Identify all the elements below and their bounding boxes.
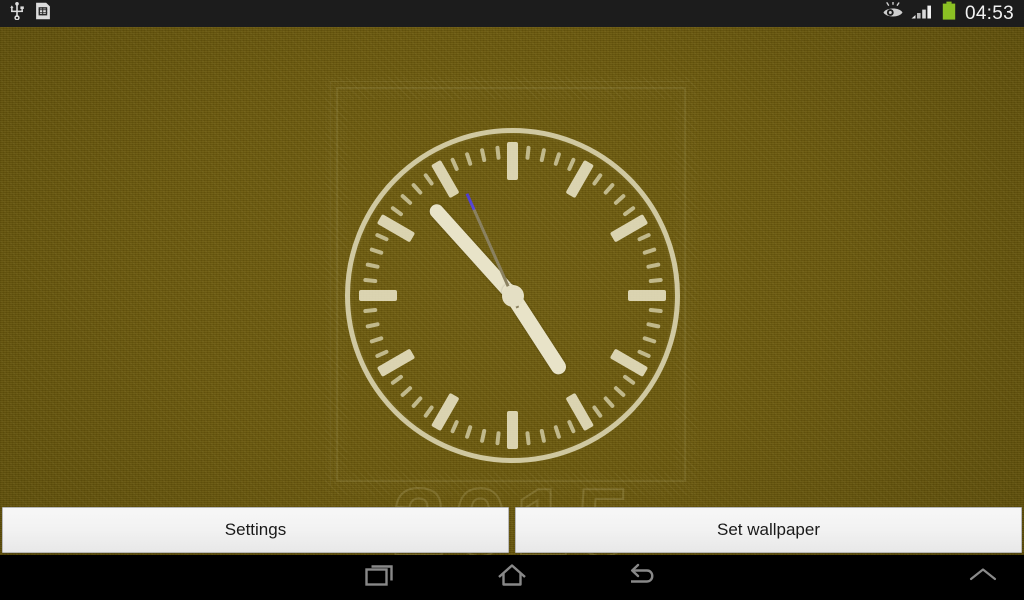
clock-minute-tick bbox=[494, 145, 501, 160]
status-bar: 04:53 bbox=[0, 0, 1024, 27]
chevron-up-icon bbox=[966, 564, 1000, 591]
settings-button[interactable]: Settings bbox=[2, 507, 509, 553]
status-bar-left-icons bbox=[0, 2, 51, 25]
set-wallpaper-button[interactable]: Set wallpaper bbox=[515, 507, 1022, 553]
expand-button[interactable] bbox=[952, 555, 1014, 600]
status-bar-right-icons: 04:53 bbox=[882, 0, 1024, 27]
recents-icon bbox=[365, 560, 399, 595]
home-icon bbox=[495, 560, 529, 595]
usb-icon bbox=[9, 2, 25, 25]
clock-hour-marker bbox=[359, 290, 397, 301]
live-wallpaper-preview[interactable]: 2015 bbox=[0, 27, 1024, 555]
back-button[interactable] bbox=[602, 555, 686, 600]
clock-hour-marker bbox=[628, 290, 666, 301]
clock-minute-tick bbox=[524, 145, 531, 160]
clock-minute-tick bbox=[494, 431, 501, 446]
smart-stay-eye-icon bbox=[882, 1, 904, 25]
clock-hour-marker bbox=[507, 411, 518, 449]
android-navigation-bar bbox=[0, 555, 1024, 600]
clock-center-pivot bbox=[501, 284, 524, 307]
clock-minute-tick bbox=[524, 431, 531, 446]
sim-card-icon bbox=[35, 2, 51, 25]
back-icon bbox=[627, 560, 661, 595]
clock-hour-marker bbox=[507, 142, 518, 180]
wallpaper-action-bar: Settings Set wallpaper bbox=[0, 505, 1024, 555]
recents-button[interactable] bbox=[340, 555, 424, 600]
status-bar-clock: 04:53 bbox=[964, 3, 1014, 24]
home-button[interactable] bbox=[470, 555, 554, 600]
device-screen: 04:53 2015 Settings Set wallpaper bbox=[0, 0, 1024, 600]
analog-clock bbox=[345, 128, 680, 463]
battery-icon bbox=[942, 1, 956, 26]
signal-bars-icon bbox=[911, 2, 935, 25]
